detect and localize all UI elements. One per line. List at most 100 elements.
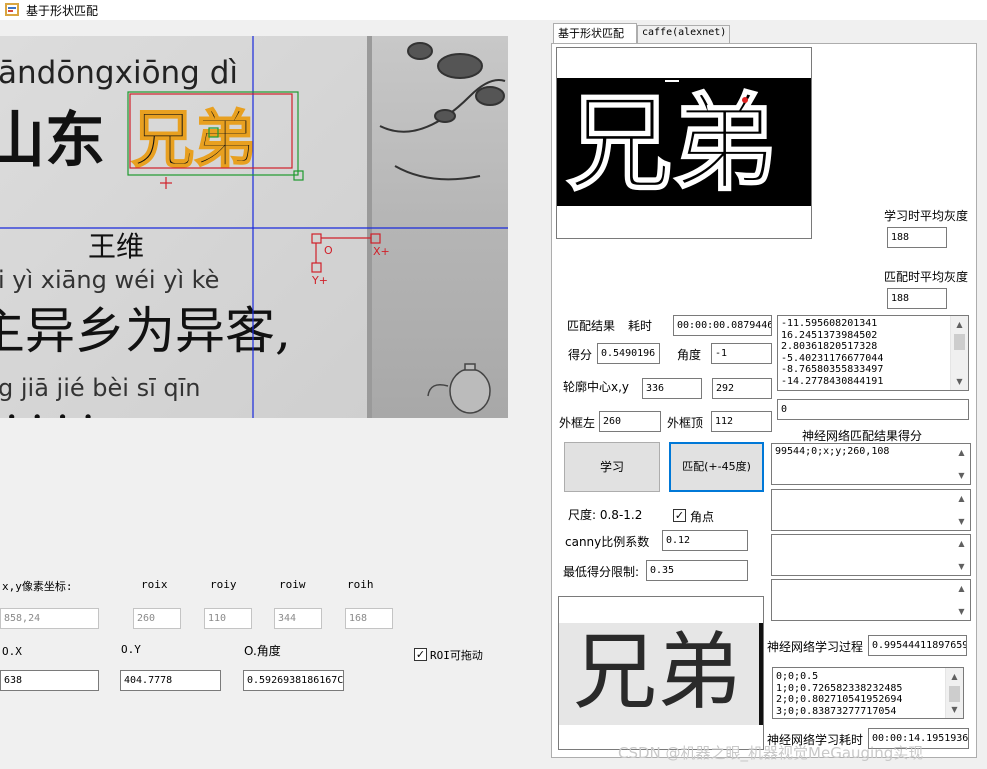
roiy-label: roiy xyxy=(210,578,237,591)
oangle-field[interactable]: 0.5926938186167C xyxy=(243,670,344,691)
tab-caffe-alexnet[interactable]: caffe(alexnet) xyxy=(637,25,730,43)
scroll-up-icon[interactable]: ▲ xyxy=(953,444,970,461)
tab-shape-match[interactable]: 基于形状匹配 xyxy=(553,23,637,44)
window-title: 基于形状匹配 xyxy=(26,4,99,18)
learn-button[interactable]: 学习 xyxy=(564,442,660,492)
match-gray-label: 匹配时平均灰度 xyxy=(884,270,969,284)
learn-gray-label: 学习时平均灰度 xyxy=(884,209,969,223)
pixel-coord-label: x,y像素坐标: xyxy=(2,580,73,593)
angle-field[interactable]: -1 xyxy=(711,343,772,364)
roih-field[interactable]: 168 xyxy=(345,608,393,629)
template-image-box: 兄弟 xyxy=(556,47,812,239)
scroll-down-icon[interactable]: ▼ xyxy=(946,701,963,718)
roiy-field[interactable]: 110 xyxy=(204,608,252,629)
nn-learn-item[interactable]: 2;0;0.802710541952694 xyxy=(776,694,902,706)
scroll-up-icon[interactable]: ▲ xyxy=(951,316,968,333)
box-top-label: 外框顶 xyxy=(667,416,704,430)
learn-gray-field[interactable]: 188 xyxy=(887,227,947,248)
match-gray-field[interactable]: 188 xyxy=(887,288,947,309)
scroll-down-icon[interactable]: ▼ xyxy=(953,558,970,575)
scale-label: 尺度: 0.8-1.2 xyxy=(568,508,643,522)
scroll-up-icon[interactable]: ▲ xyxy=(953,535,970,552)
highlight-chars: 兄弟 xyxy=(132,103,256,176)
value-item[interactable]: 2.80361820517328 xyxy=(781,341,883,353)
score-field[interactable]: 0.5490196 xyxy=(597,343,660,364)
match-result-label: 匹配结果 xyxy=(567,319,616,333)
scroll-up-icon[interactable]: ▲ xyxy=(946,668,963,685)
score-label: 得分 xyxy=(568,348,593,362)
nn-score-textarea[interactable]: 99544;0;x;y;260,108 ▲ ▼ xyxy=(771,443,971,485)
watermark-text: CSDN @机器之眼_机器视觉MeGauging实现 xyxy=(618,744,924,762)
nn-learn-item[interactable]: 0;0;0.5 xyxy=(776,671,902,683)
scroll-thumb[interactable] xyxy=(954,334,965,350)
textarea-3[interactable]: ▲ ▼ xyxy=(771,534,971,576)
ox-label: O.X xyxy=(2,645,22,658)
preview-chars: 兄弟 xyxy=(573,623,741,721)
axis-origin-label: O xyxy=(324,244,333,257)
match-preview-box: 兄弟 xyxy=(558,596,764,750)
center-y-field[interactable]: 292 xyxy=(712,378,772,399)
nn-learn-scrollbar[interactable]: ▲ ▼ xyxy=(945,668,963,718)
values-listbox[interactable]: -11.595608201341 16.2451373984502 2.803618… xyxy=(777,315,969,391)
nn-learn-label: 神经网络学习过程 xyxy=(767,640,864,654)
nn-score-text: 99544;0;x;y;260,108 xyxy=(775,446,890,457)
scroll-up-icon[interactable]: ▲ xyxy=(953,490,970,507)
box-left-label: 外框左 xyxy=(559,416,596,430)
nn-learn-item[interactable]: 1;0;0.726582338232485 xyxy=(776,683,902,695)
svg-text:· · · · ·: · · · · · xyxy=(0,395,94,418)
corner-checkbox[interactable]: ✓ xyxy=(673,509,686,522)
roiw-label: roiw xyxy=(279,578,306,591)
center-x-field[interactable]: 336 xyxy=(642,378,702,399)
box-left-field[interactable]: 260 xyxy=(599,411,661,432)
roi-drag-checkbox[interactable]: ✓ xyxy=(414,648,427,661)
pinyin-mid: i yì xiāng wéi yì kè xyxy=(0,266,219,294)
canny-field[interactable]: 0.12 xyxy=(662,530,748,551)
scroll-thumb[interactable] xyxy=(949,686,960,702)
title-bar: 基于形状匹配 xyxy=(0,0,987,20)
nn-learn-lines: 0;0;0.5 1;0;0.726582338232485 2;0;0.802710… xyxy=(776,671,902,717)
roix-label: roix xyxy=(141,578,168,591)
values-scrollbar[interactable]: ▲ ▼ xyxy=(950,316,968,390)
roi-drag-label: ROI可拖动 xyxy=(430,649,483,662)
scroll-down-icon[interactable]: ▼ xyxy=(953,467,970,484)
author-text: 王维 xyxy=(88,230,144,263)
value-item[interactable]: -14.2778430844191 xyxy=(781,376,883,388)
single-value-field[interactable]: 0 xyxy=(777,399,969,420)
template-center-marker xyxy=(742,97,748,103)
value-item[interactable]: -8.76580355833497 xyxy=(781,364,883,376)
ox-field[interactable]: 638 xyxy=(0,670,99,691)
image-canvas[interactable]: āndōngxiōng dì 山东 兄弟 王维 i yì xiāng wéi y… xyxy=(0,36,508,418)
nn-learn-field[interactable]: 0.99544411897659 xyxy=(868,635,967,656)
center-label: 轮廓中心x,y xyxy=(563,380,630,394)
time-label: 耗时 xyxy=(628,319,653,333)
scroll-down-icon[interactable]: ▼ xyxy=(953,603,970,620)
textarea-2[interactable]: ▲ ▼ xyxy=(771,489,971,531)
value-item[interactable]: 16.2451373984502 xyxy=(781,330,883,342)
app-icon xyxy=(5,3,19,16)
roiw-field[interactable]: 344 xyxy=(274,608,322,629)
values-lines: -11.595608201341 16.2451373984502 2.803618… xyxy=(781,318,883,388)
pinyin-top: āndōngxiōng dì xyxy=(0,55,238,91)
oy-label: O.Y xyxy=(121,643,141,656)
line2-chars: 主异乡为异客, xyxy=(0,302,291,360)
box-top-field[interactable]: 112 xyxy=(711,411,772,432)
pixel-coord-field[interactable]: 858,24 xyxy=(0,608,99,629)
match-button[interactable]: 匹配(+-45度) xyxy=(669,442,764,492)
value-item[interactable]: -11.595608201341 xyxy=(781,318,883,330)
oy-field[interactable]: 404.7778 xyxy=(120,670,221,691)
scroll-up-icon[interactable]: ▲ xyxy=(953,580,970,597)
nn-learn-listbox[interactable]: 0;0;0.5 1;0;0.726582338232485 2;0;0.802710… xyxy=(772,667,964,719)
textarea-4[interactable]: ▲ ▼ xyxy=(771,579,971,621)
roix-field[interactable]: 260 xyxy=(133,608,181,629)
value-item[interactable]: -5.40231176677044 xyxy=(781,353,883,365)
nn-score-label: 神经网络匹配结果得分 xyxy=(802,429,923,443)
image-view[interactable]: āndōngxiōng dì 山东 兄弟 王维 i yì xiāng wéi y… xyxy=(0,36,508,418)
scroll-down-icon[interactable]: ▼ xyxy=(951,373,968,390)
nn-learn-item[interactable]: 3;0;0.83873277717054 xyxy=(776,706,902,718)
axis-y-label: Y+ xyxy=(311,274,328,287)
axis-x-label: X+ xyxy=(373,245,390,258)
scroll-down-icon[interactable]: ▼ xyxy=(953,513,970,530)
min-score-label: 最低得分限制: xyxy=(563,565,640,579)
time-field[interactable]: 00:00:00.0879446 xyxy=(673,315,772,336)
min-score-field[interactable]: 0.35 xyxy=(646,560,748,581)
